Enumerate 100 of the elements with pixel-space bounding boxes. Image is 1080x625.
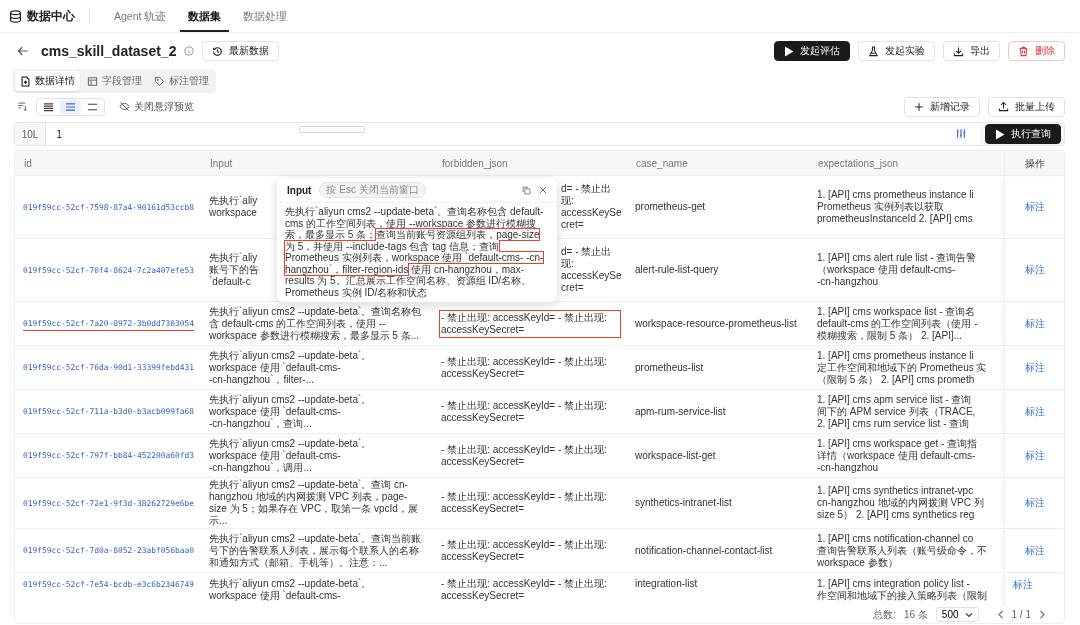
annotate-link[interactable]: 标注 bbox=[1024, 496, 1045, 510]
close-icon[interactable] bbox=[539, 186, 547, 194]
annotate-link[interactable]: 标注 bbox=[1024, 263, 1045, 277]
case-name-text: workspace-resource-prometheus-list bbox=[635, 317, 797, 330]
play-icon bbox=[995, 128, 1005, 140]
forbidden-text: - 禁止出现: accessKeyId= - 禁止出现: accessKeySecret= bbox=[441, 399, 608, 424]
case-name-text: alert-rule-list-query bbox=[635, 264, 719, 276]
expectations-text: 1. [API] cms apm service list - 查询 bbox=[817, 393, 972, 406]
annotate-link[interactable]: 标注 bbox=[1024, 448, 1045, 463]
expectations-text: 间下的 APM service 列表（TRACE, bbox=[817, 405, 976, 418]
nav-tab[interactable]: 数据集 bbox=[180, 0, 230, 32]
expectations-text: 详情（workspace 使用 default-cms- bbox=[817, 449, 976, 462]
expectations-text: 1. [API] cms prometheus instance li bbox=[817, 189, 974, 201]
input-text: workspace 使用 `default-cms- bbox=[209, 449, 341, 462]
line-count-label: 10L bbox=[20, 127, 40, 142]
case-name-text: apm-rum-service-list bbox=[635, 405, 726, 418]
view-tab[interactable]: 数据详情 bbox=[15, 71, 80, 91]
latest-data-button[interactable]: 最新数据 bbox=[202, 41, 280, 61]
column-header: expectations_json bbox=[817, 158, 900, 169]
lines-icon bbox=[65, 101, 76, 112]
expectations-text: 1. [API] cms notification-channel co bbox=[817, 532, 974, 545]
annotate-link[interactable]: 标注 bbox=[1024, 200, 1045, 214]
annotate-link[interactable]: 标注 bbox=[1024, 404, 1045, 419]
annotate-link[interactable]: 标注 bbox=[1024, 543, 1045, 558]
line-number: 1 bbox=[56, 128, 63, 140]
previous-page-icon[interactable] bbox=[996, 610, 1004, 619]
expectations-text: 1. [API] cms integration policy list - bbox=[817, 578, 970, 590]
expectations-text: workspace 参数） bbox=[817, 556, 898, 569]
resize-handle[interactable] bbox=[299, 126, 365, 133]
toolbar-button[interactable]: 新增记录 bbox=[904, 96, 980, 117]
query-editor[interactable]: 1 bbox=[45, 123, 980, 145]
history-icon bbox=[212, 45, 224, 57]
lines-icon bbox=[87, 101, 98, 112]
copy-icon[interactable] bbox=[522, 185, 531, 195]
trash-icon bbox=[1018, 45, 1029, 57]
nav-tab[interactable]: Agent 轨迹 bbox=[106, 0, 175, 32]
lines-icon bbox=[43, 101, 54, 112]
expectations-text: 定工作空间和地域下的 Prometheus 实 bbox=[817, 361, 987, 374]
input-text: 先执行`aliyun cms2 --update-beta`。 bbox=[209, 437, 372, 450]
input-text: workspace 使用 `default-cms- bbox=[209, 405, 341, 418]
preview-toggle[interactable]: 关闭悬浮预览 bbox=[113, 98, 200, 115]
annotate-link[interactable]: 标注 bbox=[1013, 578, 1033, 592]
sort-icon[interactable] bbox=[17, 101, 28, 112]
forbidden-text: d= - 禁止出现: accessKeySecret= bbox=[561, 246, 623, 294]
start-evaluation-button[interactable]: 发起评估 bbox=[774, 41, 850, 61]
input-text: 先执行`aliyun cms2 --update-beta`。查询 cn-hangzhou 地域的内网拨测 VPC 列表，page-size 为 5；如果存在 VPC，取第一条 vpcId，展示... bbox=[209, 479, 419, 527]
expectations-text: size 5） 2. [API] cms synthetics reg bbox=[817, 509, 975, 521]
popup-title: Input bbox=[287, 184, 312, 196]
expectations-text: 作空间和地域下的接入策略列表（限制 bbox=[817, 590, 987, 602]
forbidden-text: - 禁止出现: accessKeyId= - 禁止出现: accessKeySecret= bbox=[441, 355, 608, 380]
run-query-button[interactable]: 执行查询 bbox=[985, 124, 1061, 144]
input-text: workspace bbox=[209, 207, 257, 219]
input-text: 先执行`aliyun cms2 --update-beta`。 bbox=[209, 349, 372, 362]
column-header: Input bbox=[209, 158, 234, 169]
expectations-text: 模糊搜索，限制 5 条） 2. [API]... bbox=[817, 329, 963, 342]
plus-icon bbox=[914, 101, 924, 112]
input-text: `default-c bbox=[209, 276, 251, 288]
column-header: 操作 bbox=[1004, 151, 1064, 176]
input-text: -cn-hangzhou`，调用... bbox=[209, 461, 312, 474]
column-header: forbidden_json bbox=[441, 158, 509, 169]
toolbar-button[interactable]: 批量上传 bbox=[988, 96, 1065, 117]
page-size-select[interactable]: 500 bbox=[935, 607, 979, 622]
input-text: 先执行`aliyun cms2 --update-beta`。查询当前账号下的告警联系人列表，展示每个联系人的名称和通知方式（邮箱、手机等）。注意：... bbox=[209, 532, 423, 569]
input-text: 账号下的告 bbox=[209, 264, 259, 276]
table-icon bbox=[87, 75, 98, 87]
filter-icon[interactable] bbox=[956, 128, 966, 139]
annotate-link[interactable]: 标注 bbox=[1024, 360, 1045, 375]
input-text: 先执行`aliy bbox=[209, 252, 258, 264]
back-arrow-icon[interactable] bbox=[17, 45, 29, 57]
forbidden-text: - 禁止出现: accessKeyId= - 禁止出现: accessKeySecret= bbox=[441, 578, 608, 602]
expectations-text: 1. [API] cms workspace list - 查询名 bbox=[817, 305, 976, 318]
next-page-icon[interactable] bbox=[1039, 610, 1046, 619]
info-icon[interactable] bbox=[184, 46, 195, 56]
expectations-text: 2. [API] cms rum service list - 查询 bbox=[817, 417, 970, 430]
expectations-text: 查询告警联系人列表（账号级命令，不 bbox=[817, 544, 987, 557]
expectations-text: 1. [API] cms prometheus instance li bbox=[817, 349, 974, 362]
expectations-text: （workspace 使用 default-cms- bbox=[817, 264, 956, 276]
delete-button[interactable]: 删除 bbox=[1008, 41, 1065, 61]
case-name-text: synthetics-intranet-list bbox=[635, 497, 732, 509]
expectations-text: -cn-hangzhou bbox=[817, 461, 879, 474]
view-tab[interactable]: 字段管理 bbox=[82, 71, 147, 91]
total-label: 总数: bbox=[873, 607, 896, 622]
annotate-link[interactable]: 标注 bbox=[1024, 316, 1045, 331]
case-name-text: integration-list bbox=[635, 578, 698, 590]
action-button[interactable]: 导出 bbox=[943, 41, 1000, 61]
case-name-text: notification-channel-contact-list bbox=[635, 544, 773, 557]
forbidden-text: - 禁止出现: accessKeyId= - 禁止出现: accessKeySecret= bbox=[441, 491, 608, 515]
esc-hint: 按 Esc 关闭当前窗口 bbox=[319, 182, 426, 198]
case-name-text: workspace-list-get bbox=[635, 449, 716, 462]
expectations-text: 1. [API] cms alert rule list - 查询告警 bbox=[817, 252, 977, 264]
nav-tab[interactable]: 数据处理 bbox=[235, 0, 296, 32]
column-header: case_name bbox=[635, 158, 689, 169]
page-indicator: 1 / 1 bbox=[1011, 609, 1031, 620]
view-tab[interactable]: 标注管理 bbox=[149, 71, 214, 91]
forbidden-text: - 禁止出现: accessKeyId= - 禁止出现: accessKeySecret= bbox=[441, 311, 619, 336]
chevron-down-icon bbox=[964, 611, 973, 618]
input-text: -cn-hangzhou`，filter-... bbox=[209, 373, 315, 386]
case-name-text: prometheus-get bbox=[635, 201, 706, 213]
document-icon bbox=[20, 75, 31, 87]
action-button[interactable]: 发起实验 bbox=[858, 41, 935, 61]
